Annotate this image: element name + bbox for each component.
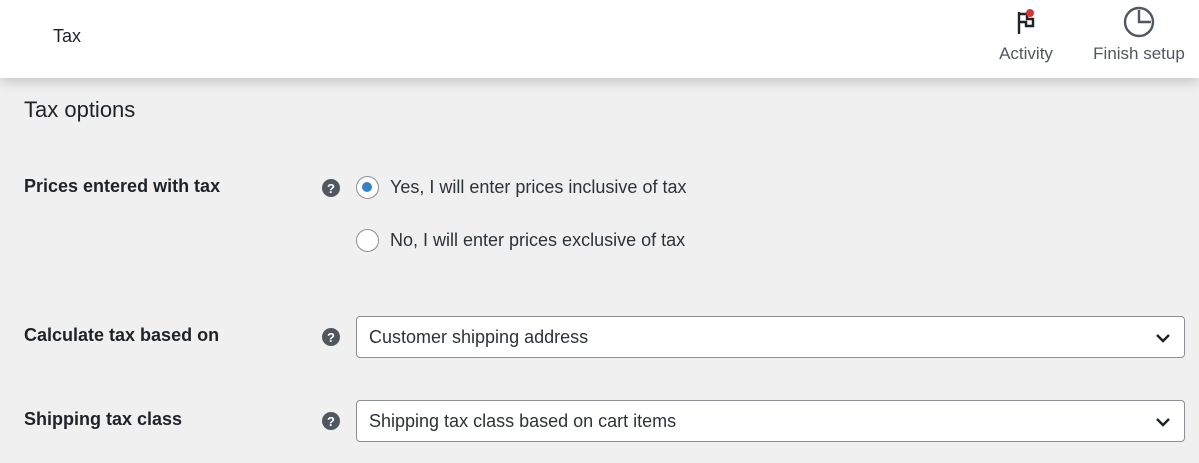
progress-pie-icon [1121, 4, 1157, 40]
help-icon[interactable]: ? [322, 328, 340, 346]
radio-button-checked[interactable] [356, 176, 379, 199]
shipping-tax-class-label: Shipping tax class [24, 409, 183, 429]
prices-entered-with-tax-label: Prices entered with tax [24, 176, 221, 196]
select-value: Customer shipping address [369, 326, 589, 347]
section-title: Tax options [24, 97, 136, 122]
shipping-tax-class-select[interactable]: Shipping tax class based on cart items [356, 400, 1185, 442]
flag-icon [1008, 4, 1044, 40]
calculate-tax-based-on-select[interactable]: Customer shipping address [356, 316, 1185, 358]
radio-label: No, I will enter prices exclusive of tax [390, 230, 686, 250]
radio-prices-exclusive[interactable]: No, I will enter prices exclusive of tax [356, 229, 685, 252]
top-bar: Tax Activity Finish setup [0, 0, 1199, 78]
help-icon[interactable]: ? [322, 412, 340, 430]
radio-label: Yes, I will enter prices inclusive of ta… [390, 177, 687, 197]
tax-options-panel: Tax options Prices entered with tax ? Ye… [0, 78, 1199, 463]
radio-prices-inclusive[interactable]: Yes, I will enter prices inclusive of ta… [356, 176, 686, 199]
finish-setup-button[interactable]: Finish setup [1088, 4, 1190, 74]
activity-button[interactable]: Activity [992, 4, 1060, 74]
help-icon[interactable]: ? [322, 179, 340, 197]
chevron-down-icon [1156, 418, 1170, 427]
chevron-down-icon [1156, 334, 1170, 343]
finish-setup-label: Finish setup [1093, 44, 1185, 63]
page-title: Tax [53, 26, 82, 46]
select-value: Shipping tax class based on cart items [369, 410, 677, 431]
calculate-tax-based-on-label: Calculate tax based on [24, 325, 220, 345]
activity-label: Activity [999, 44, 1053, 63]
radio-button[interactable] [356, 229, 379, 252]
notification-dot [1026, 9, 1034, 17]
